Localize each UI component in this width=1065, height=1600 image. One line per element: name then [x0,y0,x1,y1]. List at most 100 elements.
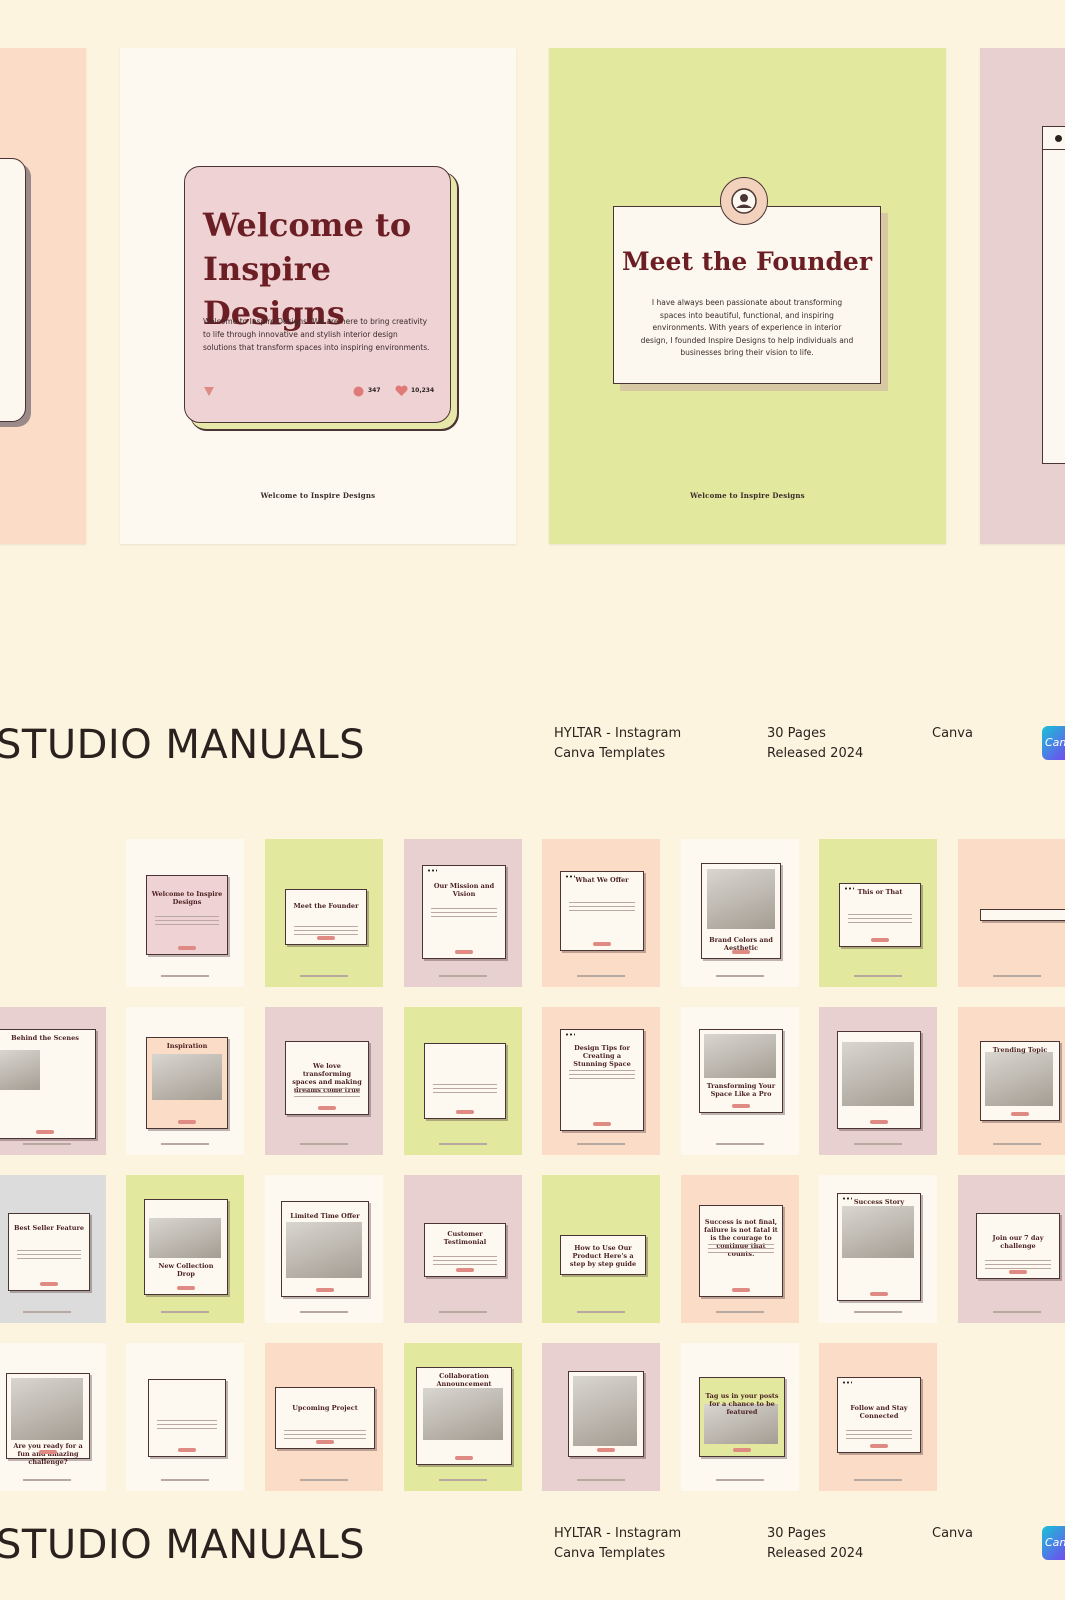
template-thumbnail[interactable]: Customer Testimonial [404,1175,522,1323]
text-line [294,1088,360,1089]
template-thumbnail[interactable]: New Collection Drop [126,1175,244,1323]
thumbnail-footer [716,1143,764,1145]
founder-title: Meet the Founder [621,247,873,276]
thumbnail-title: Behind the Scenes [11,1034,79,1042]
platform: Canva [932,1526,973,1541]
template-thumbnail[interactable]: Tag us in your posts for a chance to be … [681,1343,799,1491]
thumbnail-footer [439,1143,487,1145]
template-thumbnail[interactable]: Success is not final, failure is not fat… [681,1175,799,1323]
template-thumbnail[interactable]: Inspiration [126,1007,244,1155]
thumbnail-button [593,942,611,946]
thumbnail-title: Success Story [853,1198,905,1206]
slide-welcome[interactable]: Welcome to Inspire Designs Welcome to In… [120,48,516,544]
thumbnail-button [1011,1112,1029,1116]
template-thumbnail[interactable]: Are you ready for a fun and amazing chal… [0,1343,106,1491]
thumbnail-footer [577,1143,625,1145]
thumbnail-title: Welcome to Inspire Designs [151,890,223,906]
thumbnail-footer [439,1479,487,1481]
template-thumbnail[interactable]: Limited Time Offer [265,1175,383,1323]
window-dots-icon [842,1381,852,1384]
template-thumbnail[interactable]: Meet the Founder [265,839,383,987]
send-icon[interactable] [203,385,215,397]
thumbnail-footer [23,1143,71,1145]
thumbnail-card: Limited Time Offer [281,1201,369,1297]
template-thumbnail[interactable] [404,1007,522,1155]
text-line [294,1092,360,1093]
template-thumbnail[interactable]: Upcoming Project [265,1343,383,1491]
thumbnail-card [424,1043,506,1119]
template-thumbnail[interactable]: Collaboration Announcement [404,1343,522,1491]
template-thumbnail[interactable]: Follow and Stay Connected [819,1343,937,1491]
slide-footer: Welcome to Inspire Designs [690,491,805,500]
text-line [433,1084,497,1085]
thumbnail-footer [161,1311,209,1313]
text-line [433,1088,497,1089]
template-thumbnail[interactable]: How to Use Our Product Here's a step by … [542,1175,660,1323]
thumbnail-footer [577,1479,625,1481]
canva-logo-icon[interactable]: Can [1042,726,1065,760]
page-count: 30 Pages [767,1526,826,1541]
template-thumbnail[interactable]: Brand Colors and Aesthetic [681,839,799,987]
thumbnail-card: Tag us in your posts for a chance to be … [699,1377,785,1457]
thumbnail-footer [23,1479,71,1481]
thumbnail-button [177,1286,195,1290]
template-thumbnail[interactable]: Join our 7 day challenge [958,1175,1065,1323]
template-thumbnail[interactable]: Our Mission and Vision [404,839,522,987]
thumbnail-photo [842,1206,914,1258]
template-thumbnail[interactable]: Trending Topic [958,1007,1065,1155]
text-line [157,1420,217,1421]
platform: Canva [932,726,973,741]
thumbnail-button [178,1120,196,1124]
text-line [155,920,219,921]
template-thumbnail[interactable] [819,1007,937,1155]
text-line [433,1264,497,1265]
thumbnail-title: New Collection Drop [158,1262,214,1278]
thumbnail-title: Tag us in your posts for a chance to be … [705,1392,779,1416]
template-thumbnail[interactable]: This or That [819,839,937,987]
thumbnail-title: Join our 7 day challenge [992,1234,1044,1250]
thumbnail-footer [161,975,209,977]
product-name: STUDIO MANUALS [0,722,366,768]
template-thumbnail[interactable] [542,1343,660,1491]
template-thumbnail[interactable]: Design Tips for Creating a Stunning Spac… [542,1007,660,1155]
template-thumbnail[interactable]: Welcome to Inspire Designs [126,839,244,987]
thumbnail-button [39,1450,57,1454]
product-name: STUDIO MANUALS [0,1522,366,1568]
thumbnail-card [980,909,1065,921]
template-thumbnail[interactable]: Behind the Scenes [0,1007,106,1155]
template-thumbnail[interactable]: Transforming Your Space Like a Pro [681,1007,799,1155]
thumbnail-button [456,1110,474,1114]
text-line [433,1256,497,1257]
text-line [294,930,358,931]
thumbnail-title: Meet the Founder [293,902,359,910]
heart-icon[interactable] [395,385,408,397]
template-thumbnail[interactable]: What We Offer [542,839,660,987]
canva-logo-icon[interactable]: Can [1042,1526,1065,1560]
thumbnail-footer [439,1311,487,1313]
text-line [157,1428,217,1429]
product-line2: Canva Templates [554,1546,666,1561]
thumbnail-card: Transforming Your Space Like a Pro [699,1029,783,1113]
template-thumbnail[interactable] [126,1343,244,1491]
text-line [569,902,635,903]
template-thumbnail[interactable] [958,839,1065,987]
template-thumbnail[interactable]: Best Seller Feature [0,1175,106,1323]
thumbnail-card: Meet the Founder [285,889,367,945]
release-year: Released 2024 [767,1546,864,1561]
template-thumbnail[interactable]: Success Story [819,1175,937,1323]
thumbnail-button [456,1268,474,1272]
text-line [157,1424,217,1425]
thumbnail-card [568,1371,644,1457]
comment-icon[interactable] [353,386,364,397]
text-line [431,908,497,909]
window-dots-icon [427,869,437,872]
template-thumbnail[interactable]: We love transforming spaces and making d… [265,1007,383,1155]
thumbnail-photo [985,1052,1053,1106]
thumbnail-card: What We Offer [560,871,644,951]
thumbnail-card: Welcome to Inspire Designs [146,875,228,955]
text-line [431,912,497,913]
thumbnail-card: This or That [839,883,921,947]
release-year: Released 2024 [767,746,864,761]
slide-founder[interactable]: Meet the Founder I have always been pass… [549,48,946,544]
thumbnail-photo [149,1218,221,1258]
